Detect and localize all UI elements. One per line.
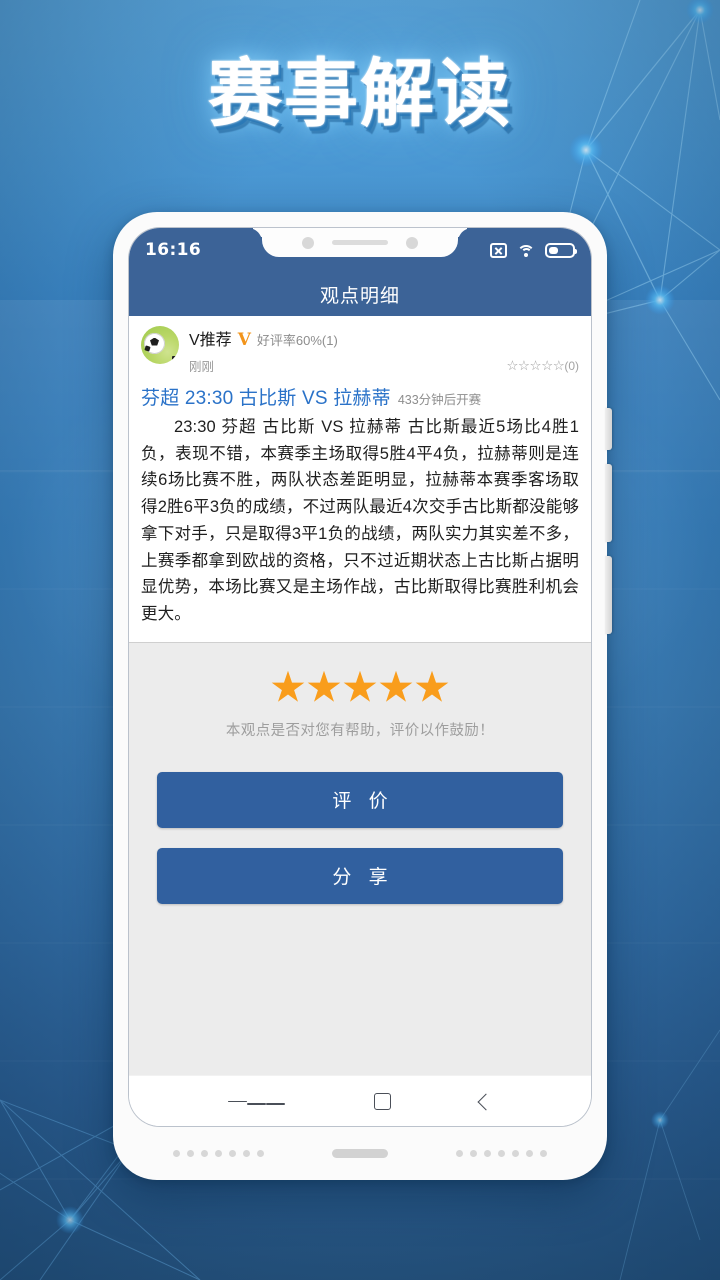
rating-count: (0): [564, 358, 579, 373]
poster-header: V推荐 V 好评率60%(1) 刚刚 ☆☆☆☆☆(0): [141, 326, 579, 375]
empty-stars-icon: ☆☆☆☆☆: [506, 357, 565, 373]
content-area: V推荐 V 好评率60%(1) 刚刚 ☆☆☆☆☆(0) 芬超 23:30 古比斯…: [129, 316, 591, 1075]
phone-mockup: 16:16 观点明细 V推荐 V 好评率60%(1) 刚刚 ☆☆☆☆☆(0) 芬…: [113, 212, 612, 1180]
star-icon-3[interactable]: [343, 670, 377, 702]
status-bar-clock: 16:16: [145, 240, 202, 260]
phone-notch: [262, 228, 458, 257]
star-icon-1[interactable]: [271, 670, 305, 702]
banner-title: 赛事解读: [208, 51, 512, 137]
post-time: 刚刚: [189, 360, 215, 374]
status-bar: 16:16: [129, 228, 591, 272]
share-button[interactable]: 分 享: [157, 847, 563, 904]
avatar[interactable]: [141, 326, 179, 364]
author-name: V推荐: [189, 332, 232, 349]
opinion-body-text: 23:30 芬超 古比斯 VS 拉赫蒂 古比斯最近5场比4胜1负，表现不错，本赛…: [141, 418, 579, 624]
banner: 赛事解读: [0, 56, 720, 133]
android-nav-bar: [129, 1075, 591, 1126]
poster-info: V推荐 V 好评率60%(1) 刚刚 ☆☆☆☆☆(0): [189, 326, 579, 375]
match-line[interactable]: 芬超 23:30 古比斯 VS 拉赫蒂 433分钟后开赛: [141, 383, 579, 410]
soccer-ball-patch: [172, 356, 177, 361]
star-icon-4[interactable]: [379, 670, 413, 702]
usb-port: [332, 1149, 388, 1158]
home-square-icon[interactable]: [373, 1093, 391, 1110]
earpiece-speaker: [332, 240, 388, 245]
poster-meta-row: 刚刚 ☆☆☆☆☆(0): [189, 356, 579, 375]
rating-hint: 本观点是否对您有帮助，评价以作鼓励！: [225, 722, 495, 739]
page-title: 观点明细: [319, 285, 400, 307]
rating-zone: 本观点是否对您有帮助，评价以作鼓励！: [129, 643, 591, 740]
verified-v-icon: V: [237, 330, 251, 350]
phone-volume-down-button[interactable]: [605, 556, 612, 634]
phone-volume-up-button[interactable]: [605, 464, 612, 542]
page-root: 赛事解读 16:16 观点明细 V推荐 V 好评率60%(1) 刚刚 ☆☆☆☆☆…: [0, 0, 720, 1280]
soccer-ball-icon: [144, 333, 165, 354]
app-bar: 观点明细: [129, 272, 591, 316]
speaker-grille-right: [456, 1150, 547, 1157]
opinion-card: V推荐 V 好评率60%(1) 刚刚 ☆☆☆☆☆(0) 芬超 23:30 古比斯…: [129, 316, 591, 643]
rate-button[interactable]: 评 价: [157, 771, 563, 828]
star-icon-5[interactable]: [415, 670, 449, 702]
rating-stars[interactable]: [129, 670, 591, 705]
no-signal-icon: [490, 242, 507, 258]
back-chevron-icon[interactable]: [477, 1093, 495, 1110]
menu-icon[interactable]: [227, 1098, 285, 1105]
match-title: 芬超 23:30 古比斯 VS 拉赫蒂: [141, 388, 391, 409]
poster-name-row: V推荐 V 好评率60%(1): [189, 326, 579, 350]
action-buttons: 评 价 分 享: [129, 740, 591, 904]
status-bar-icons: [490, 242, 577, 258]
wifi-icon: [516, 243, 536, 258]
phone-side-button-1[interactable]: [605, 408, 612, 450]
praise-rate: 好评率60%(1): [256, 333, 338, 348]
phone-screen: 16:16 观点明细 V推荐 V 好评率60%(1) 刚刚 ☆☆☆☆☆(0) 芬…: [128, 227, 592, 1127]
speaker-grille-left: [173, 1150, 264, 1157]
post-rating[interactable]: ☆☆☆☆☆(0): [506, 358, 579, 374]
front-camera-icon: [302, 236, 314, 249]
proximity-sensor-icon: [406, 236, 418, 249]
battery-icon: [545, 242, 577, 258]
star-icon-2[interactable]: [307, 670, 341, 702]
phone-chin: [113, 1127, 607, 1180]
match-kickoff-countdown: 433分钟后开赛: [397, 393, 482, 407]
